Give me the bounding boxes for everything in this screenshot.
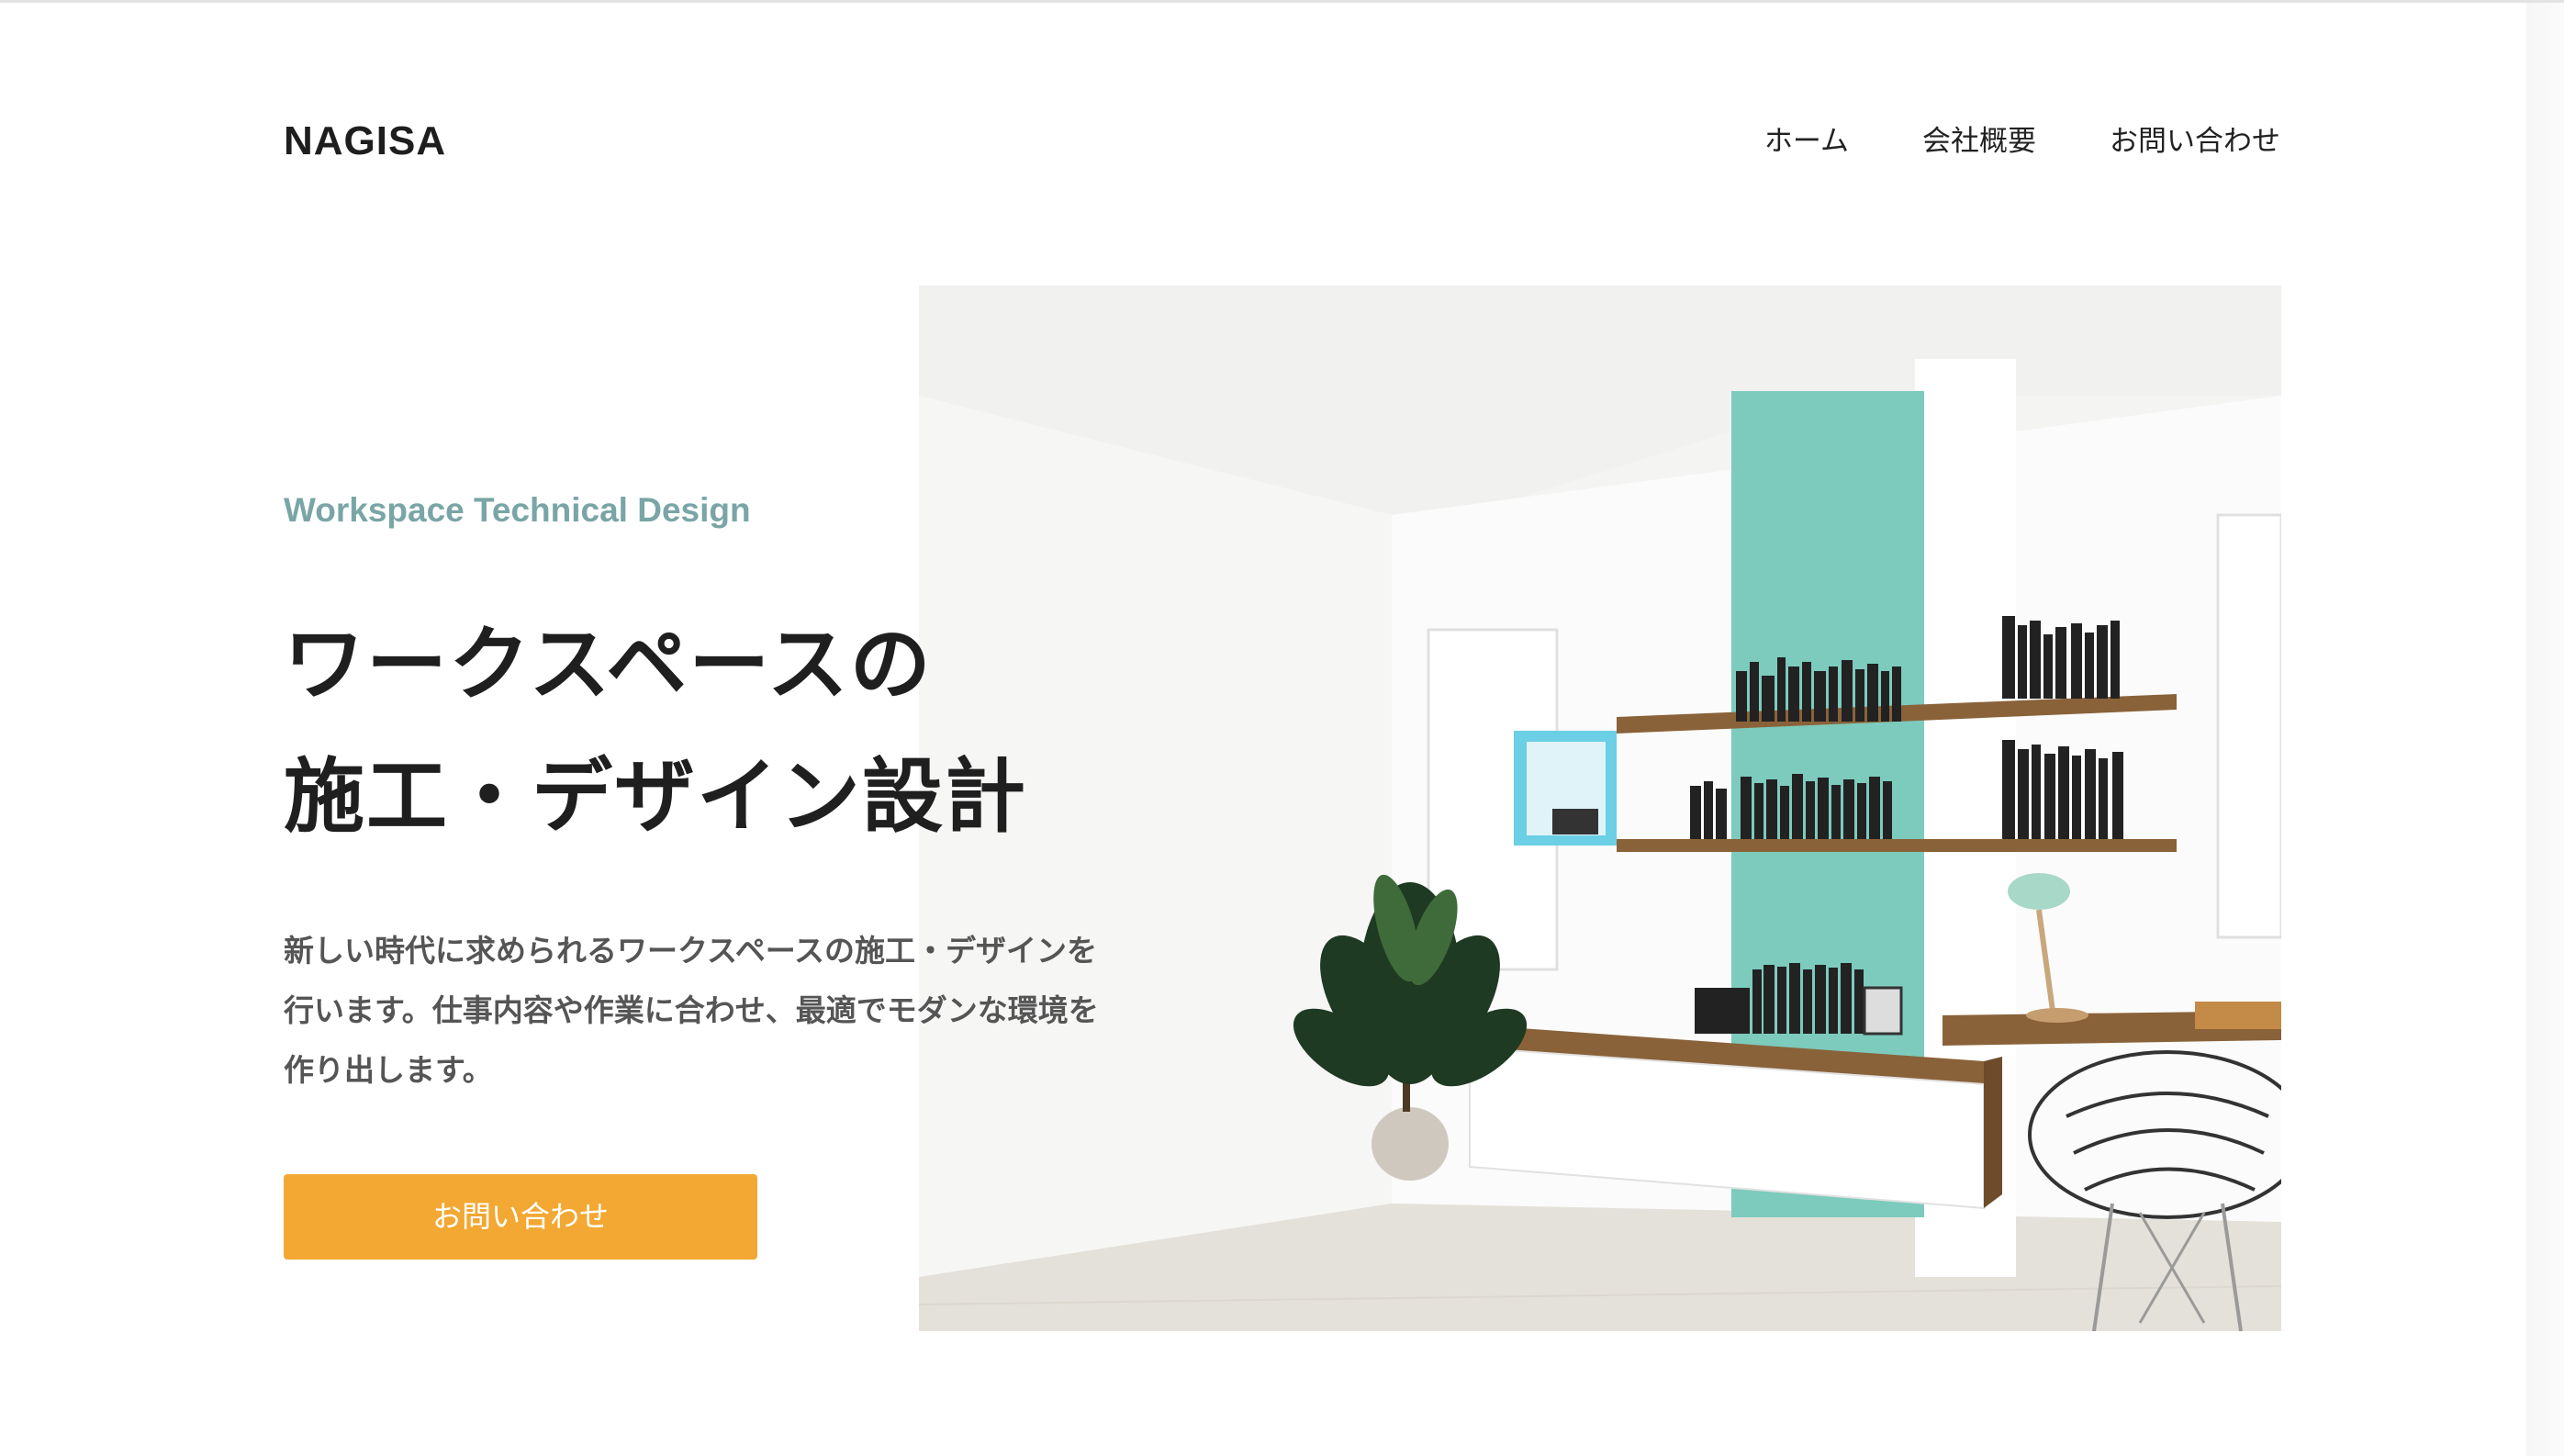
hero-headline-line-2: 施工・デザイン設計 (284, 749, 1028, 844)
hero-lead-line-2: 行います。仕事内容や作業に合わせ、最適でモダンな環境を (284, 992, 1099, 1028)
hero-eyebrow: Workspace Technical Design (284, 491, 751, 529)
site-logo[interactable]: NAGISA (284, 118, 446, 165)
hero-headline: ワークスペースの 施工・デザイン設計 (284, 599, 1027, 863)
hero-lead-line-1: 新しい時代に求められるワークスペースの施工・デザインを (284, 933, 1098, 969)
nav-home[interactable]: ホーム (1764, 123, 1849, 160)
top-border (0, 0, 2564, 3)
main-nav: ホーム 会社概要 お問い合わせ (1764, 123, 2280, 160)
nav-contact[interactable]: お問い合わせ (2110, 123, 2280, 160)
scrollbar-gutter (2526, 3, 2564, 1456)
hero-headline-line-1: ワークスペースの (284, 617, 933, 711)
contact-button[interactable]: お問い合わせ (284, 1174, 757, 1260)
hero-lead-line-3: 作り出します。 (284, 1052, 493, 1088)
hero-image (919, 286, 2281, 1331)
nav-company[interactable]: 会社概要 (1922, 123, 2036, 160)
hero-lead: 新しい時代に求められるワークスペースの施工・デザインを 行います。仕事内容や作業… (284, 921, 1202, 1100)
